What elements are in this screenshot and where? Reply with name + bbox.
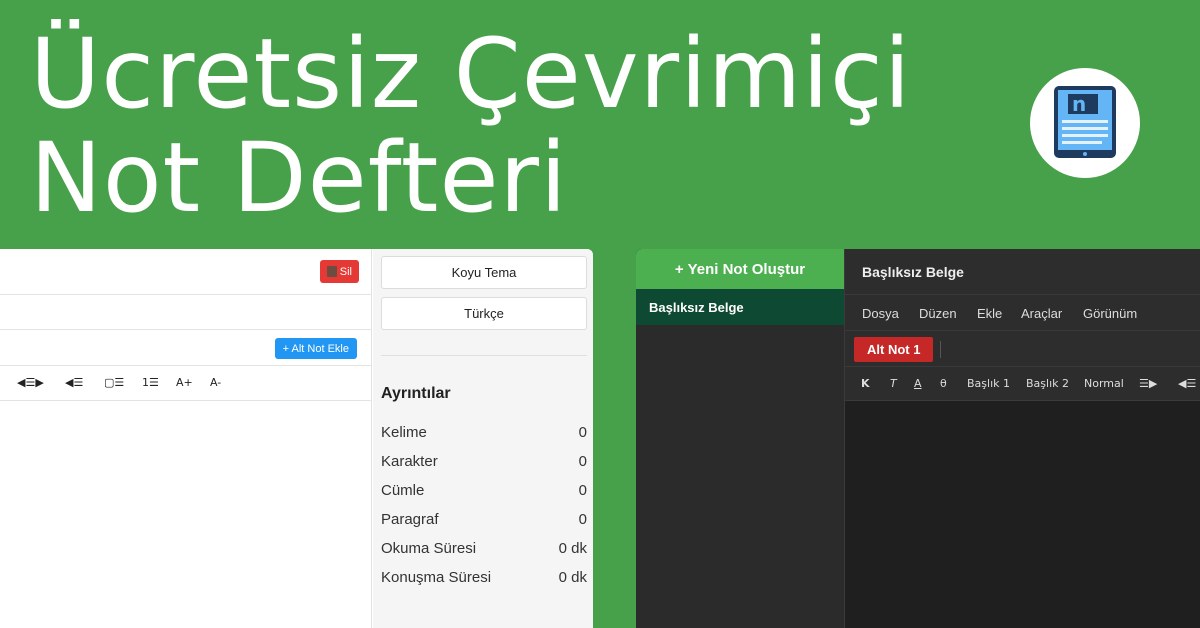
editor-header: Sil xyxy=(0,249,372,295)
font-decrease-button[interactable]: A- xyxy=(210,376,221,389)
stat-label: Konuşma Süresi xyxy=(381,569,492,586)
menu-bar: Dosya Düzen Ekle Araçlar Görünüm xyxy=(845,295,1200,331)
stat-label: Kelime xyxy=(381,424,427,441)
italic-button[interactable]: T xyxy=(890,377,897,390)
divider xyxy=(381,355,587,356)
stat-row: Konuşma Süresi 0 dk xyxy=(381,569,587,586)
bullet-list-button[interactable]: ▢☰ xyxy=(104,376,124,389)
stat-row: Cümle 0 xyxy=(381,482,587,499)
stat-row: Karakter 0 xyxy=(381,453,587,470)
editor-area: Sil + Alt Not Ekle ◀☰▶ ◀☰ ▢☰ 1☰ A+ A- xyxy=(0,249,372,628)
stat-label: Karakter xyxy=(381,453,438,470)
dark-editor: Başlıksız Belge Dosya Düzen Ekle Araçlar… xyxy=(844,249,1200,628)
stat-value: 0 dk xyxy=(558,569,587,586)
hero-title-line1: Ücretsiz Çevrimiçi xyxy=(30,18,912,130)
doc-title[interactable]: Başlıksız Belge xyxy=(862,264,964,280)
normal-text-button[interactable]: Normal xyxy=(1084,377,1124,390)
doc-header: Başlıksız Belge xyxy=(845,249,1200,295)
strikethrough-button[interactable]: θ xyxy=(940,377,947,390)
format-toolbar: ◀☰▶ ◀☰ ▢☰ 1☰ A+ A- xyxy=(0,366,372,401)
menu-file[interactable]: Dosya xyxy=(862,306,899,321)
numbered-list-button[interactable]: 1☰ xyxy=(142,376,159,389)
subnote-tabs: Alt Not 1 xyxy=(845,331,1200,367)
stat-value: 0 xyxy=(578,453,587,470)
delete-button-label: Sil xyxy=(339,265,352,278)
svg-text:n: n xyxy=(1072,92,1086,116)
app-logo: n xyxy=(1030,68,1140,178)
stat-row: Okuma Süresi 0 dk xyxy=(381,540,587,557)
note-list-item[interactable]: Başlıksız Belge xyxy=(636,289,844,325)
delete-button[interactable]: Sil xyxy=(319,260,359,283)
tab-divider xyxy=(940,341,941,358)
indent-button[interactable]: ☰▶ xyxy=(1139,377,1157,390)
menu-insert[interactable]: Ekle xyxy=(977,306,1002,321)
hero-title: Ücretsiz Çevrimiçi Not Defteri xyxy=(30,22,911,230)
menu-view[interactable]: Görünüm xyxy=(1083,306,1137,321)
menu-edit[interactable]: Düzen xyxy=(919,306,957,321)
bold-button[interactable]: K xyxy=(861,377,870,390)
stat-label: Cümle xyxy=(381,482,425,499)
underline-button[interactable]: A xyxy=(914,377,922,390)
stat-row: Kelime 0 xyxy=(381,424,587,441)
notepad-tablet-icon: n xyxy=(1054,86,1116,158)
stat-label: Okuma Süresi xyxy=(381,540,477,557)
align-justify-button[interactable]: ◀☰▶ xyxy=(17,376,44,389)
language-button[interactable]: Türkçe xyxy=(381,297,587,330)
dark-app-screenshot: + Yeni Not Oluştur Başlıksız Belge Başlı… xyxy=(636,249,1200,628)
outdent-button[interactable]: ◀☰ xyxy=(1178,377,1196,390)
details-heading: Ayrıntılar xyxy=(381,385,451,402)
stat-value: 0 xyxy=(578,511,587,528)
trash-icon xyxy=(326,266,337,277)
editor-title-row xyxy=(0,295,372,330)
heading1-button[interactable]: Başlık 1 xyxy=(967,377,1010,390)
light-app-screenshot: Sil + Alt Not Ekle ◀☰▶ ◀☰ ▢☰ 1☰ A+ A- Ko… xyxy=(0,249,593,628)
outdent-button[interactable]: ◀☰ xyxy=(65,376,83,389)
subnote-row: + Alt Not Ekle xyxy=(0,330,372,366)
notes-sidebar: + Yeni Not Oluştur Başlıksız Belge xyxy=(636,249,844,628)
add-subnote-button[interactable]: + Alt Not Ekle xyxy=(274,338,357,359)
stat-value: 0 xyxy=(578,424,587,441)
stat-row: Paragraf 0 xyxy=(381,511,587,528)
font-increase-button[interactable]: A+ xyxy=(176,376,193,389)
stat-label: Paragraf xyxy=(381,511,439,528)
heading2-button[interactable]: Başlık 2 xyxy=(1026,377,1069,390)
new-note-button[interactable]: + Yeni Not Oluştur xyxy=(636,249,844,289)
details-sidebar: Koyu Tema Türkçe Ayrıntılar Kelime 0 Kar… xyxy=(373,249,593,628)
stat-value: 0 xyxy=(578,482,587,499)
menu-tools[interactable]: Araçlar xyxy=(1021,306,1062,321)
tab-subnote-1[interactable]: Alt Not 1 xyxy=(854,337,934,362)
dark-format-toolbar: K T A θ Başlık 1 Başlık 2 Normal ☰▶ ◀☰ xyxy=(845,367,1200,401)
dark-theme-button[interactable]: Koyu Tema xyxy=(381,256,587,289)
hero-title-line2: Not Defteri xyxy=(30,122,568,234)
stat-value: 0 dk xyxy=(558,540,587,557)
